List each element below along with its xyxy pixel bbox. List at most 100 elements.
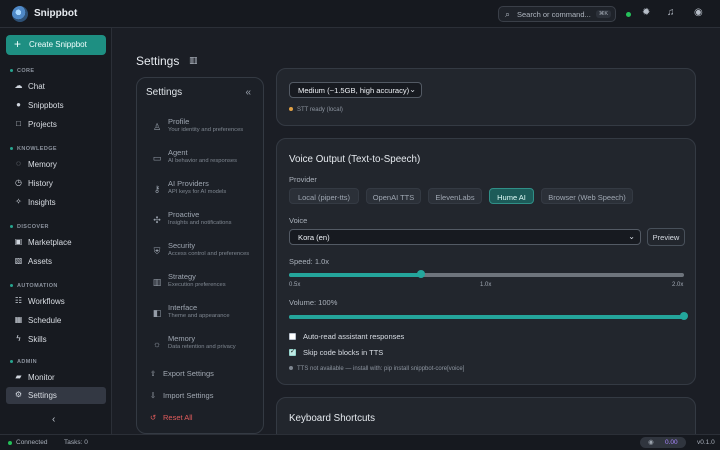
version-label: v0.1.0	[697, 439, 715, 446]
chart-icon: ▥	[152, 277, 162, 287]
provider-hume-ai[interactable]: Hume AI	[489, 188, 534, 204]
calendar-icon: ▦	[14, 315, 23, 324]
sidebar-item-marketplace[interactable]: ▣ Marketplace	[6, 234, 106, 251]
settings-nav-strategy[interactable]: ▥ Strategy Execution preferences	[137, 269, 263, 297]
keyboard-shortcuts-title: Keyboard Shortcuts	[289, 413, 376, 424]
plus-icon: +	[14, 37, 22, 51]
sidebar-item-monitor[interactable]: ▰ Monitor	[6, 369, 106, 386]
speed-label: Speed: 1.0x	[289, 257, 330, 266]
search-input[interactable]: ⌕ Search or command... ⌘K	[498, 6, 616, 22]
snippbot-logo	[12, 6, 28, 22]
spark-icon: ✣	[153, 215, 161, 225]
sidebar: + Create Snippbot CORE ☁ Chat ● Snippbots …	[0, 28, 112, 434]
panel-icon[interactable]: ▥	[189, 55, 198, 66]
sidebar-item-insights[interactable]: ✧ Insights	[6, 194, 106, 211]
chat-icon: ☁	[14, 81, 23, 90]
sidebar-item-history[interactable]: ◷ History	[6, 175, 106, 192]
settings-nav-profile[interactable]: ♙ Profile Your identity and preferences	[137, 114, 263, 142]
workflow-icon: ☷	[14, 296, 23, 305]
cost-indicator[interactable]: ◉ 0.00	[640, 437, 686, 448]
voice-label: Voice	[289, 216, 308, 225]
monitor-icon: ▭	[152, 153, 162, 163]
lightbulb-icon: ☼	[152, 339, 162, 349]
section-automation: AUTOMATION	[10, 283, 58, 289]
search-icon: ⌕	[505, 9, 511, 19]
upload-icon: ⇧	[150, 369, 157, 378]
sidebar-item-snippbots[interactable]: ● Snippbots	[6, 97, 106, 114]
import-settings-button[interactable]: ⇩ Import Settings	[150, 391, 213, 400]
palette-icon: ◧	[152, 308, 162, 318]
search-placeholder: Search or command...	[517, 10, 591, 19]
speed-slider[interactable]	[289, 270, 684, 278]
user-icon: ●	[16, 100, 21, 109]
lightning-icon: ϟ	[16, 334, 21, 343]
connection-status: Connected	[16, 439, 48, 446]
bug-icon[interactable]: ✹	[642, 7, 650, 18]
image-icon: ▧	[14, 256, 23, 265]
user-icon[interactable]: ◉	[694, 7, 703, 18]
settings-nav-memory[interactable]: ☼ Memory Data retention and privacy	[137, 331, 263, 359]
provider-label: Provider	[289, 175, 317, 184]
provider-elevenlabs[interactable]: ElevenLabs	[428, 188, 482, 204]
reset-icon: ↺	[150, 413, 157, 422]
sidebar-item-skills[interactable]: ϟ Skills	[6, 331, 106, 348]
export-settings-button[interactable]: ⇧ Export Settings	[150, 369, 214, 378]
user-icon: ♙	[152, 122, 162, 132]
download-icon: ⇩	[150, 391, 157, 400]
create-snippbot-button[interactable]: + Create Snippbot	[6, 35, 106, 55]
section-discover: DISCOVER	[10, 224, 49, 230]
skip-code-checkbox[interactable]	[289, 347, 296, 356]
speed-thumb[interactable]	[416, 270, 425, 278]
app-name: Snippbot	[34, 8, 78, 19]
collapse-settings-nav-icon[interactable]: «	[245, 87, 251, 98]
tts-status: TTS not available — install with: pip in…	[289, 366, 464, 372]
section-core: CORE	[10, 68, 35, 74]
bell-icon[interactable]: ♫	[667, 7, 675, 18]
sidebar-item-memory[interactable]: ◌ Memory	[6, 156, 106, 173]
speed-tick-mid: 1.0x	[480, 282, 492, 288]
square-icon: □	[16, 119, 21, 128]
spark-icon: ✧	[15, 197, 22, 206]
sidebar-item-workflows[interactable]: ☷ Workflows	[6, 293, 106, 310]
connection-status-dot	[626, 12, 631, 17]
voice-select[interactable]: Kora (en) ⌄	[289, 229, 641, 245]
auto-read-label: Auto-read assistant responses	[303, 332, 405, 341]
auto-read-checkbox[interactable]	[289, 333, 296, 340]
key-icon: ⚷	[153, 184, 161, 194]
clock-icon: ◷	[15, 178, 22, 187]
provider-browser-web-speech[interactable]: Browser (Web Speech)	[541, 188, 633, 204]
provider-openai-tts[interactable]: OpenAI TTS	[366, 188, 421, 204]
volume-fill	[289, 315, 684, 319]
speed-tick-min: 0.5x	[289, 282, 301, 288]
settings-navigation: Settings « ♙ Profile Your identity and pre…	[136, 77, 264, 434]
collapse-sidebar-icon[interactable]: ‹	[52, 414, 55, 425]
top-bar: Snippbot ⌕ Search or command... ⌘K ✹ ♫ ◉	[0, 0, 720, 28]
settings-nav-title: Settings	[146, 87, 183, 98]
sidebar-item-schedule[interactable]: ▦ Schedule	[6, 312, 106, 329]
volume-slider[interactable]	[289, 312, 688, 320]
section-admin: ADMIN	[10, 359, 37, 365]
reset-all-button[interactable]: ↺ Reset All	[150, 413, 193, 422]
sidebar-item-settings[interactable]: ⚙ Settings	[6, 387, 106, 404]
settings-nav-interface[interactable]: ◧ Interface Theme and appearance	[137, 300, 263, 328]
volume-thumb[interactable]	[680, 312, 688, 320]
sidebar-item-projects[interactable]: □ Projects	[6, 116, 106, 133]
settings-nav-security[interactable]: ⛨ Security Access control and preferences	[137, 238, 263, 266]
page-title: Settings	[136, 54, 180, 68]
chevron-down-icon: ⌄	[409, 85, 416, 94]
connected-status-dot	[8, 441, 12, 445]
sidebar-item-chat[interactable]: ☁ Chat	[6, 78, 106, 95]
provider-local-piper-tts[interactable]: Local (piper-tts)	[289, 188, 359, 204]
settings-nav-ai-providers[interactable]: ⚷ AI Providers API keys for AI models	[137, 176, 263, 204]
settings-nav-agent[interactable]: ▭ Agent AI behavior and responses	[137, 145, 263, 173]
speed-fill	[289, 273, 421, 277]
speed-tick-max: 2.0x	[672, 282, 684, 288]
chevron-down-icon: ⌄	[628, 232, 635, 241]
tasks-counter: Tasks: 0	[64, 439, 88, 446]
preview-button[interactable]: Preview	[647, 228, 685, 246]
settings-nav-proactive[interactable]: ✣ Proactive Insights and notifications	[137, 207, 263, 235]
sidebar-item-assets[interactable]: ▧ Assets	[6, 253, 106, 270]
volume-label: Volume: 100%	[289, 298, 338, 307]
voice-output-panel: Voice Output (Text-to-Speech) Provider L…	[276, 138, 696, 385]
stt-model-select[interactable]: Medium (~1.5GB, high accuracy) ⌄	[289, 82, 422, 98]
